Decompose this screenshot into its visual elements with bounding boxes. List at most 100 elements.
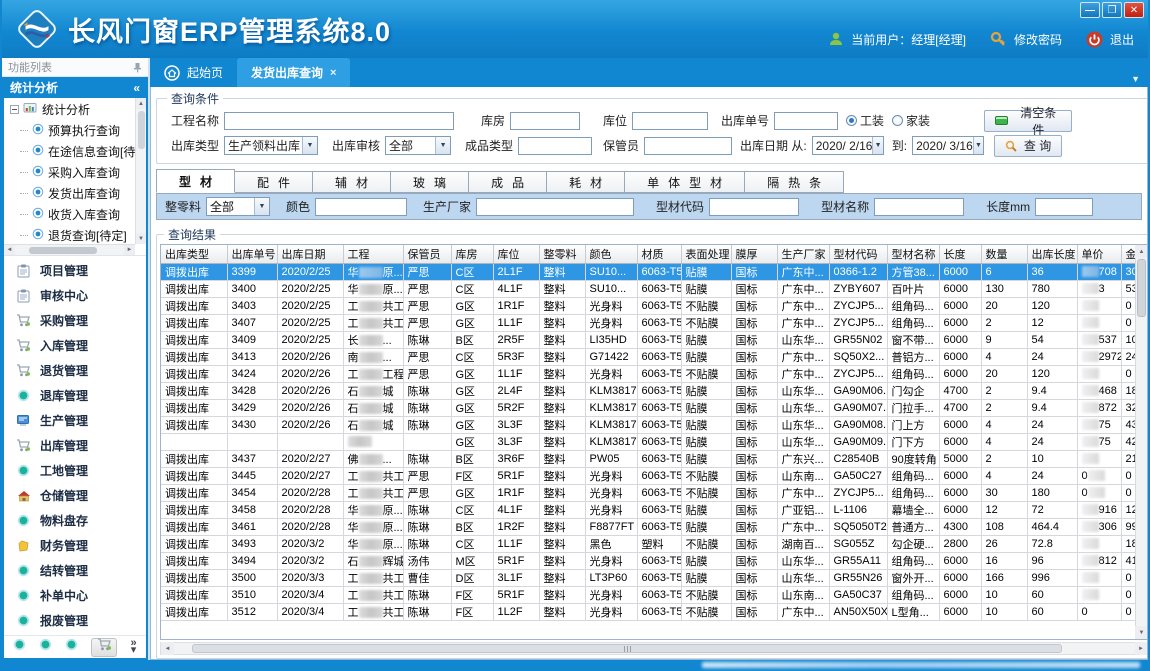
column-header-库位[interactable]: 库位 bbox=[493, 245, 539, 263]
material-tab-隔热条[interactable]: 隔热条 bbox=[745, 171, 844, 193]
sidebar-item-审核中心[interactable]: 审核中心 bbox=[4, 283, 146, 308]
scroll-up-icon[interactable]: ▲ bbox=[1135, 245, 1148, 258]
circle-icon[interactable] bbox=[39, 638, 52, 656]
table-row[interactable]: 调拨出库34612020/2/28华原...陈琳B区1R2F整料F8877FT6… bbox=[161, 518, 1147, 535]
tree-item[interactable]: 在途信息查询[待 bbox=[4, 141, 146, 162]
sidebar-item-财务管理[interactable]: 财务管理 bbox=[4, 533, 146, 558]
length-input[interactable] bbox=[1035, 198, 1093, 216]
scroll-thumb[interactable] bbox=[192, 644, 1062, 653]
column-header-膜厚[interactable]: 膜厚 bbox=[731, 245, 777, 263]
date-to-picker[interactable]: 2020/ 3/16▼ bbox=[912, 136, 984, 155]
maximize-button[interactable]: ❐ bbox=[1102, 2, 1122, 18]
more-panels-button[interactable]: »▾ bbox=[130, 640, 136, 654]
table-row[interactable]: 调拨出库34302020/2/26石城陈琳G区3L3F整料KLM38176063… bbox=[161, 416, 1147, 433]
project-name-input[interactable] bbox=[224, 112, 454, 130]
tab-overflow-icon[interactable]: ▼ bbox=[1131, 74, 1140, 84]
column-header-型材代码[interactable]: 型材代码 bbox=[829, 245, 887, 263]
column-header-数量[interactable]: 数量 bbox=[981, 245, 1027, 263]
scroll-up-icon[interactable]: ▲ bbox=[136, 98, 147, 109]
color-input[interactable] bbox=[315, 198, 407, 216]
scroll-thumb[interactable] bbox=[29, 247, 97, 254]
column-header-生产厂家[interactable]: 生产厂家 bbox=[777, 245, 829, 263]
sidebar-item-入库管理[interactable]: 入库管理 bbox=[4, 333, 146, 358]
table-row[interactable]: 调拨出库34292020/2/26石城陈琳G区5R2F整料KLM38176063… bbox=[161, 399, 1147, 416]
change-password-link[interactable]: 修改密码 bbox=[1014, 31, 1062, 48]
radio-gongzhuang[interactable] bbox=[846, 115, 857, 126]
tree-root-node[interactable]: 统计分析 bbox=[4, 98, 146, 120]
location-input[interactable] bbox=[632, 112, 708, 130]
table-row[interactable]: 调拨出库34132020/2/26南...严思C区5R3F整料G71422606… bbox=[161, 348, 1147, 365]
sidebar-item-报废管理[interactable]: 报废管理 bbox=[4, 608, 146, 633]
table-row[interactable]: 调拨出库34452020/2/27工共工程严思F区5R1F整料光身料6063-T… bbox=[161, 467, 1147, 484]
column-header-出库单号[interactable]: 出库单号 bbox=[227, 245, 277, 263]
scroll-down-icon[interactable]: ▼ bbox=[1135, 626, 1148, 639]
table-row[interactable]: 调拨出库35122020/3/4工共工程陈琳F区1L2F整料光身料6063-T5… bbox=[161, 603, 1147, 620]
logout-link[interactable]: 退出 bbox=[1110, 31, 1134, 48]
column-header-长度[interactable]: 长度 bbox=[939, 245, 981, 263]
sidebar-item-采购管理[interactable]: 采购管理 bbox=[4, 308, 146, 333]
scroll-right-icon[interactable]: ► bbox=[1135, 642, 1148, 655]
table-row[interactable]: 调拨出库34002020/2/25华原...严思C区4L1F整料SU10...6… bbox=[161, 280, 1147, 297]
table-row[interactable]: 调拨出库34242020/2/26工工程严思G区1L1F整料光身料6063-T5… bbox=[161, 365, 1147, 382]
circle-icon[interactable] bbox=[13, 638, 26, 656]
scroll-left-icon[interactable]: ◄ bbox=[161, 642, 174, 655]
clear-conditions-button[interactable]: 清空条件 bbox=[984, 110, 1072, 132]
column-header-出库类型[interactable]: 出库类型 bbox=[161, 245, 227, 263]
section-header[interactable]: 统计分析 « bbox=[2, 77, 148, 98]
tree-item[interactable]: 收货入库查询 bbox=[4, 204, 146, 225]
table-row[interactable]: 调拨出库34582020/2/28华原...陈琳C区4L1F整料光身料6063-… bbox=[161, 501, 1147, 518]
manufacturer-input[interactable] bbox=[476, 198, 634, 216]
sidebar-item-生产管理[interactable]: 生产管理 bbox=[4, 408, 146, 433]
sidebar-item-仓储管理[interactable]: 仓储管理 bbox=[4, 483, 146, 508]
close-button[interactable]: ✕ bbox=[1124, 2, 1144, 18]
tree-vertical-scrollbar[interactable]: ▲ ▼ bbox=[135, 98, 146, 244]
profile-code-input[interactable] bbox=[709, 198, 799, 216]
sidebar-item-退库管理[interactable]: 退库管理 bbox=[4, 383, 146, 408]
column-header-保管员[interactable]: 保管员 bbox=[403, 245, 451, 263]
sidebar-item-项目管理[interactable]: 项目管理 bbox=[4, 258, 146, 283]
cart-shortcut-button[interactable] bbox=[91, 638, 117, 657]
scroll-left-icon[interactable]: ◄ bbox=[4, 245, 15, 256]
material-tab-型材[interactable]: 型材 bbox=[156, 169, 235, 193]
date-from-picker[interactable]: 2020/ 2/16▼ bbox=[812, 136, 884, 155]
product-type-input[interactable] bbox=[518, 137, 592, 155]
pin-icon[interactable] bbox=[133, 62, 142, 73]
material-tab-辅材[interactable]: 辅材 bbox=[313, 171, 391, 193]
sidebar-item-退货管理[interactable]: 退货管理 bbox=[4, 358, 146, 383]
tab-outbound-query[interactable]: 发货出库查询 × bbox=[237, 58, 350, 87]
whole-part-select[interactable]: 全部▼ bbox=[206, 197, 270, 216]
table-row[interactable]: G区3L3F整料KLM38176063-T5贴膜国标山东华...GA90M09.… bbox=[161, 433, 1147, 450]
scroll-down-icon[interactable]: ▼ bbox=[136, 233, 147, 244]
table-row[interactable]: 调拨出库35102020/3/4工共工程陈琳F区5R1F整料光身料6063-T5… bbox=[161, 586, 1147, 603]
scroll-thumb[interactable] bbox=[1137, 259, 1146, 317]
tree-horizontal-scrollbar[interactable]: ◄ ► bbox=[4, 244, 135, 255]
table-horizontal-scrollbar[interactable]: ◄ ► bbox=[160, 642, 1148, 655]
tab-close-icon[interactable]: × bbox=[330, 67, 336, 79]
warehouse-input[interactable] bbox=[510, 112, 580, 130]
scroll-thumb[interactable] bbox=[138, 111, 145, 149]
tree-item[interactable]: 采购入库查询 bbox=[4, 162, 146, 183]
material-tab-配件[interactable]: 配件 bbox=[235, 171, 313, 193]
material-tab-成品[interactable]: 成品 bbox=[469, 171, 547, 193]
table-row[interactable]: 调拨出库34282020/2/26石城陈琳G区2L4F整料KLM38176063… bbox=[161, 382, 1147, 399]
profile-name-input[interactable] bbox=[874, 198, 964, 216]
material-tab-耗材[interactable]: 耗材 bbox=[547, 171, 625, 193]
column-header-出库日期[interactable]: 出库日期 bbox=[277, 245, 343, 263]
table-row[interactable]: 调拨出库34032020/2/25工共工程严思G区1R1F整料光身料6063-T… bbox=[161, 297, 1147, 314]
sidebar-item-工地管理[interactable]: 工地管理 bbox=[4, 458, 146, 483]
table-row[interactable]: 调拨出库34942020/3/2石辉城汤伟M区5R1F整料光身料6063-T5贴… bbox=[161, 552, 1147, 569]
table-row[interactable]: 调拨出库34932020/3/2华原...陈琳C区1L1F整料黑色塑料不贴膜国标… bbox=[161, 535, 1147, 552]
radio-jiazhuang[interactable] bbox=[892, 115, 903, 126]
keeper-input[interactable] bbox=[644, 137, 732, 155]
minimize-button[interactable]: — bbox=[1080, 2, 1100, 18]
column-header-库房[interactable]: 库房 bbox=[451, 245, 493, 263]
column-header-材质[interactable]: 材质 bbox=[637, 245, 681, 263]
collapse-node-icon[interactable] bbox=[10, 105, 19, 114]
collapse-icon[interactable]: « bbox=[133, 81, 140, 95]
sidebar-item-物料盘存[interactable]: 物料盘存 bbox=[4, 508, 146, 533]
sidebar-item-结转管理[interactable]: 结转管理 bbox=[4, 558, 146, 583]
tree-item[interactable]: 预算执行查询 bbox=[4, 120, 146, 141]
table-vertical-scrollbar[interactable]: ▲ ▼ bbox=[1135, 245, 1148, 639]
table-row[interactable]: 调拨出库34092020/2/25长...陈琳B区2R5F整料LI35HD606… bbox=[161, 331, 1147, 348]
table-row[interactable]: 调拨出库35002020/3/3工共工程曹佳D区3L1F整料LT3P606063… bbox=[161, 569, 1147, 586]
